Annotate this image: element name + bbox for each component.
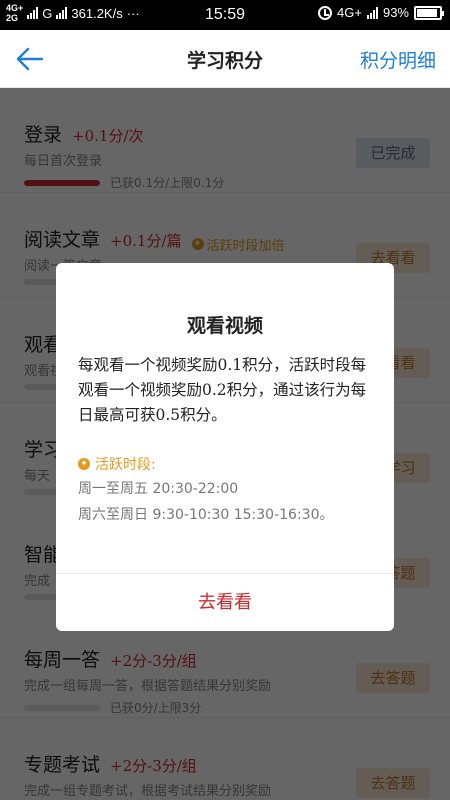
- active-period-label: ✦ 活跃时段:: [78, 454, 156, 474]
- battery-icon: [414, 5, 444, 20]
- dialog-body: 每观看一个视频奖励0.1积分，活跃时段每观看一个视频奖励0.2积分，通过该行为每…: [78, 356, 367, 424]
- active-period-text: 活跃时段:: [95, 457, 156, 473]
- status-right: 4G+ 93%: [318, 5, 444, 20]
- battery-fill: [417, 8, 438, 17]
- network-right-label: 4G+: [337, 5, 362, 20]
- lightning-icon: ✦: [78, 458, 90, 470]
- dialog-title: 观看视频: [186, 315, 263, 337]
- go-watch-button[interactable]: 去看看: [56, 574, 394, 631]
- points-detail-link[interactable]: 积分明细: [360, 46, 436, 73]
- battery-percent: 93%: [382, 5, 409, 20]
- signal-icon-3: [366, 6, 378, 19]
- status-bar: 4G+ 2G G 361.2K/s ··· 15:59 4G+ 93%: [0, 0, 450, 30]
- active-period-weekend: 周六至周日 9:30-10:30 15:30-16:30。: [78, 507, 334, 523]
- alarm-clock-icon: [318, 5, 333, 20]
- video-info-dialog: 观看视频 每观看一个视频奖励0.1积分，活跃时段每观看一个视频奖励0.2积分，通…: [56, 263, 394, 631]
- active-period-weekday: 周一至周五 20:30-22:00: [78, 481, 239, 497]
- navbar: 学习积分 积分明细: [0, 30, 450, 88]
